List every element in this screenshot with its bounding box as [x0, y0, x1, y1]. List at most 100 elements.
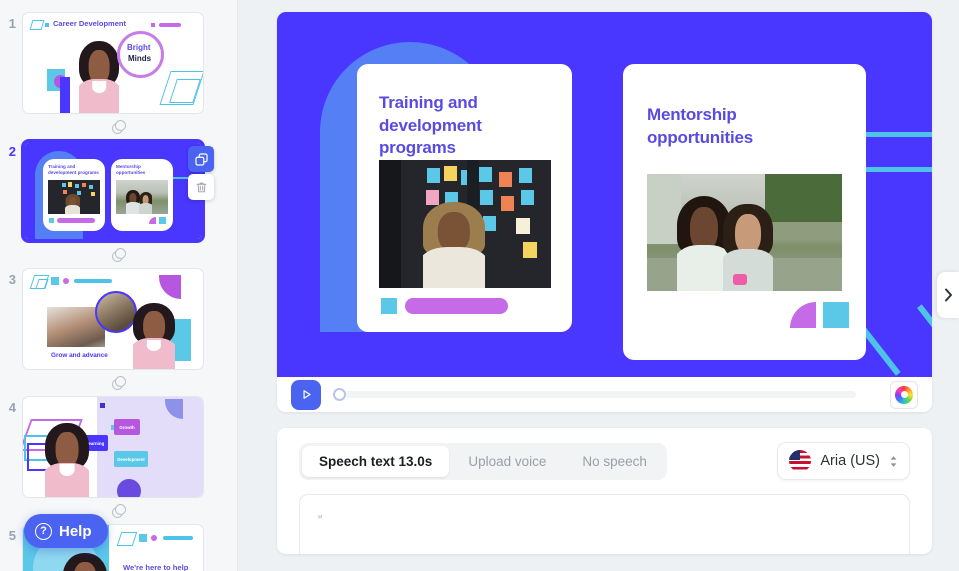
slide2-card-left-photo [48, 180, 100, 214]
chevron-right-icon [944, 288, 952, 302]
slide-number-3: 3 [8, 272, 16, 287]
slide4-panel [97, 397, 203, 497]
slide-number-5: 5 [8, 528, 16, 543]
slide-thumbnail-3[interactable]: Grow and advance [22, 268, 204, 370]
slide-transition-1[interactable] [28, 114, 210, 140]
transition-icon [111, 503, 127, 519]
slide3-caption: Grow and advance [47, 347, 109, 363]
tab-upload-voice[interactable]: Upload voice [451, 446, 563, 477]
slide5-person [63, 553, 107, 571]
speech-text-cursor: “ [318, 512, 323, 527]
deco-sq-1 [45, 23, 49, 27]
card-right-deco-square [823, 302, 849, 328]
slide-thumbnail-2[interactable]: Training and development programs Mentor… [22, 140, 204, 242]
slide-number-2: 2 [8, 144, 16, 159]
slide-row-1[interactable]: 1 Career Development Bright Minds [0, 12, 237, 114]
us-flag-icon [789, 450, 812, 472]
app-root: 1 Career Development Bright Minds 2 Trai… [0, 0, 959, 571]
slide-thumbnail-4[interactable]: Growth Learning Development [22, 396, 204, 498]
deco-circ-5 [151, 535, 157, 541]
deco-sq-1d [60, 77, 70, 113]
voice-selector[interactable]: Aria (US) [777, 442, 910, 480]
help-button[interactable]: ? Help [24, 514, 108, 548]
slide2-deco-sq-a [49, 218, 54, 223]
slide1-badge-line1: Bright [127, 43, 151, 52]
duplicate-slide-button[interactable] [188, 146, 214, 172]
slide2-deco-pill-a [57, 218, 95, 223]
slide1-badge-line2: Minds [128, 54, 152, 63]
playback-bar [277, 377, 932, 412]
slide-card-right-photo [647, 174, 842, 291]
deco-arrow-5 [116, 532, 138, 546]
tab-no-speech[interactable]: No speech [565, 446, 664, 477]
scrubber-handle[interactable] [333, 388, 346, 401]
card-right-deco-quarter [790, 302, 816, 328]
slide-row-4[interactable]: 4 Growth Learning Development [0, 396, 237, 498]
speech-text-input[interactable]: “ [299, 494, 910, 554]
timeline-scrubber[interactable] [333, 385, 878, 405]
thumb-wrap-2[interactable]: Training and development programs Mentor… [22, 140, 214, 242]
slide3-person [133, 303, 175, 369]
card-right-title-line2: opportunities [647, 127, 753, 147]
slide-number-4: 4 [8, 400, 16, 415]
card-right-title-line1: Mentorship [647, 105, 737, 124]
slide2-card-left: Training and development programs [43, 159, 105, 231]
slide-number-1: 1 [8, 16, 16, 31]
color-theme-button[interactable] [890, 380, 918, 409]
slide-row-3[interactable]: 3 Grow and advance [0, 268, 237, 370]
duplicate-icon [194, 152, 208, 166]
slide2-deco-sq-b [159, 217, 166, 224]
slide-row-2[interactable]: 2 Training and development programs Ment… [0, 140, 237, 242]
slide-card-right[interactable]: Mentorship opportunities [623, 64, 866, 360]
slide-transition-2[interactable] [28, 242, 210, 268]
help-button-label: Help [59, 522, 92, 540]
slide-thumbnail-list: 1 Career Development Bright Minds 2 Trai… [0, 0, 237, 571]
delete-slide-button[interactable] [188, 174, 214, 200]
deco-circ-4 [117, 479, 141, 497]
color-wheel-icon [895, 385, 913, 404]
slide-transition-3[interactable] [28, 370, 210, 396]
slide5-title: We're here to help [123, 563, 189, 571]
slide-card-left[interactable]: Training and development programs [357, 64, 572, 332]
slide2-card-right: Mentorship opportunities [111, 159, 173, 231]
play-icon [302, 390, 311, 399]
canvas-diag-deco-2 [917, 304, 932, 376]
voice-selector-value: Aria (US) [820, 453, 880, 469]
right-panel-expander[interactable] [937, 272, 959, 318]
slide-canvas[interactable]: Training and development programs Mentor… [277, 12, 932, 377]
deco-sq-4 [100, 403, 105, 408]
thumb-wrap-4[interactable]: Growth Learning Development [22, 396, 204, 498]
slide2-card-left-title: Training and development programs [48, 164, 99, 175]
deco-arrow-3b [35, 279, 49, 289]
thumb-wrap-3[interactable]: Grow and advance [22, 268, 204, 370]
deco-sq-1b [151, 23, 155, 27]
slide4-chip-development: Development [114, 451, 148, 467]
deco-sq-3 [51, 277, 59, 285]
card-left-deco-square [381, 298, 397, 314]
slide3-photo-team [95, 291, 137, 333]
chevron-up-down-icon[interactable] [889, 455, 898, 468]
card-right-person-2 [723, 204, 773, 291]
tab-speech-text[interactable]: Speech text 13.0s [302, 445, 450, 477]
card-left-title-line1: Training and [379, 93, 478, 112]
editor-main: Training and development programs Mentor… [238, 0, 959, 571]
play-button[interactable] [291, 379, 321, 410]
slide-thumbnail-1[interactable]: Career Development Bright Minds [22, 12, 204, 114]
slide4-chip-growth: Growth [114, 419, 140, 435]
scrubber-track[interactable] [344, 391, 856, 398]
slide-card-left-title: Training and development programs [379, 92, 558, 160]
slides-sidebar: 1 Career Development Bright Minds 2 Trai… [0, 0, 238, 571]
transition-icon [111, 119, 127, 135]
slide-card-left-photo [379, 160, 551, 288]
slide2-card-right-photo [116, 180, 168, 214]
card-left-deco-pill [405, 298, 508, 314]
transition-icon [111, 375, 127, 391]
thumb-wrap-1[interactable]: Career Development Bright Minds [22, 12, 204, 114]
slide1-person [79, 41, 119, 113]
deco-pill-5 [163, 536, 193, 540]
transition-icon [111, 247, 127, 263]
slide1-title: Career Development [53, 19, 126, 28]
deco-quarter-3 [159, 275, 181, 299]
slide-thumbnail-tools [188, 146, 214, 200]
deco-pill-1 [159, 23, 181, 27]
